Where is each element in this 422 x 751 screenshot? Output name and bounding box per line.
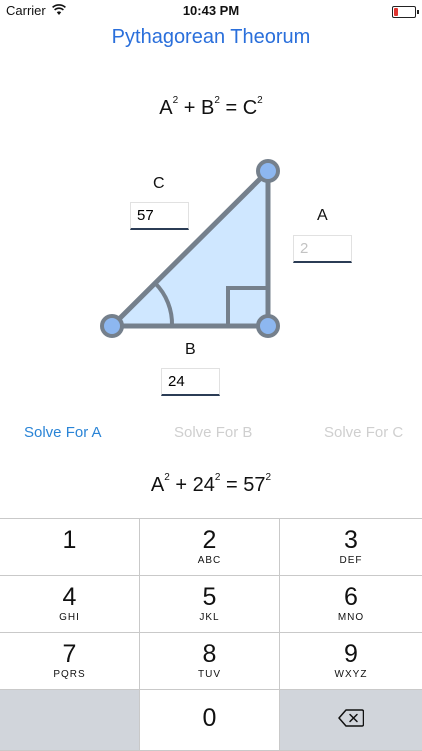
key-8[interactable]: 8 TUV xyxy=(140,633,280,690)
side-a-input[interactable] xyxy=(293,235,352,263)
triangle-diagram xyxy=(100,159,280,338)
solve-for-b-button[interactable]: Solve For B xyxy=(168,423,258,442)
side-a-label: A xyxy=(317,207,328,224)
delete-key[interactable] xyxy=(280,690,422,751)
side-b-input[interactable] xyxy=(161,368,220,396)
theorem-formula: A2 + B2 = C2 xyxy=(159,95,263,119)
side-c-label: C xyxy=(153,175,165,192)
vertex-right xyxy=(256,314,280,338)
solve-for-a-button[interactable]: Solve For A xyxy=(18,423,108,442)
key-2[interactable]: 2 ABC xyxy=(140,519,280,576)
battery-icon xyxy=(392,6,419,18)
backspace-icon xyxy=(338,709,365,727)
vertex-top xyxy=(256,159,280,183)
key-3[interactable]: 3 DEF xyxy=(280,519,422,576)
key-7[interactable]: 7 PQRS xyxy=(0,633,140,690)
number-keypad: 1 2 ABC 3 DEF 4 GHI 5 JKL 6 MNO 7 PQRS 8 TUV 9W… xyxy=(0,518,422,751)
key-blank xyxy=(0,690,140,751)
key-0[interactable]: 0 xyxy=(140,690,280,751)
vertex-left xyxy=(100,314,124,338)
key-6[interactable]: 6 MNO xyxy=(280,576,422,633)
key-9[interactable]: 9 WXYZ xyxy=(280,633,422,690)
right-triangle xyxy=(109,168,271,329)
status-bar: Carrier 10:43 PM xyxy=(0,0,422,22)
page-title: Pythagorean Theorum xyxy=(111,26,311,48)
key-4[interactable]: 4 GHI xyxy=(0,576,140,633)
status-time: 10:43 PM xyxy=(182,3,240,18)
side-b-label: B xyxy=(185,341,196,358)
side-c-input[interactable] xyxy=(130,202,189,230)
key-1[interactable]: 1 xyxy=(0,519,140,576)
current-equation: A2 + 242 = 572 xyxy=(150,472,272,496)
solve-for-c-button[interactable]: Solve For C xyxy=(318,423,409,442)
key-5[interactable]: 5 JKL xyxy=(140,576,280,633)
